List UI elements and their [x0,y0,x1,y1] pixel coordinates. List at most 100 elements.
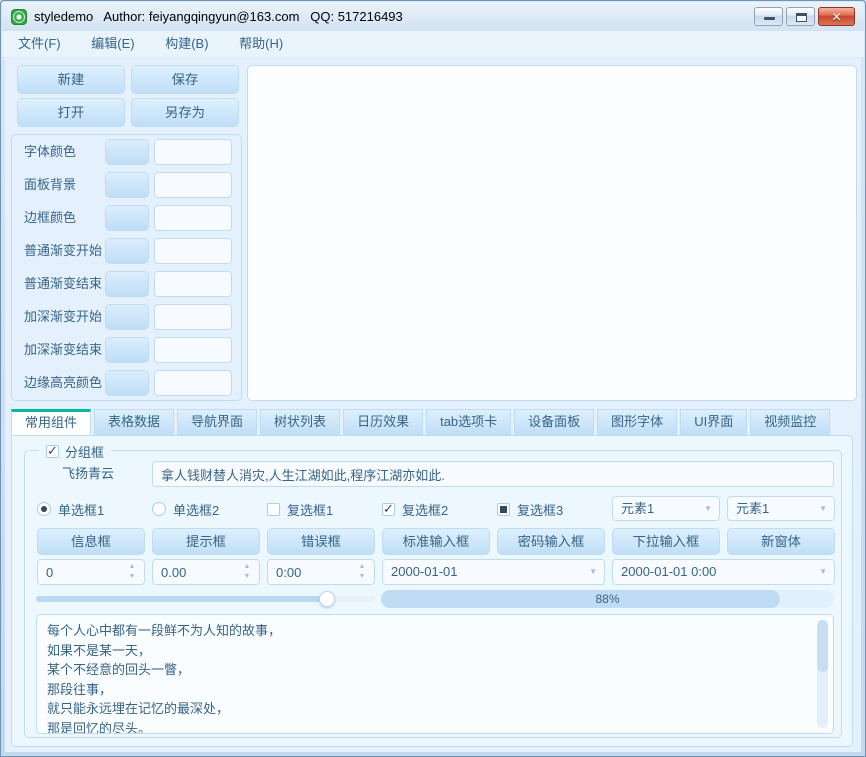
color-row-normal-end: 普通渐变结束 [12,271,241,297]
color-value-input[interactable] [154,370,232,396]
minimize-button[interactable] [754,7,783,26]
color-value-input[interactable] [154,304,232,330]
slider[interactable] [36,590,374,608]
double-spinbox[interactable]: ▲▼ [152,559,260,585]
combobox-1[interactable]: 元素1 ▼ [612,496,720,521]
time-spinbox[interactable]: ▲▼ [267,559,375,585]
maximize-button[interactable] [786,7,815,26]
chevron-down-icon: ▼ [819,497,827,520]
color-row-border: 边框颜色 [12,205,241,231]
menubar: 文件(F) 编辑(E) 构建(B) 帮助(H) [2,31,864,58]
titlebar[interactable]: styledemo Author: feiyangqingyun@163.com… [2,2,864,31]
color-label: 面板背景 [24,172,76,198]
standard-input-button[interactable]: 标准输入框 [382,528,490,555]
dropdown-input-button[interactable]: 下拉输入框 [612,528,720,555]
color-row-dark-start: 加深渐变开始 [12,304,241,330]
color-value-input[interactable] [154,205,232,231]
color-swatch-button[interactable] [105,337,149,363]
color-swatch-button[interactable] [105,370,149,396]
progress-bar: 88% [381,590,834,608]
prompt-box-button[interactable]: 提示框 [152,528,260,555]
checkbox-2[interactable]: ✓ 复选框2 [382,497,448,521]
spinner-arrows-icon[interactable]: ▲▼ [242,562,252,582]
checkbox-1[interactable]: 复选框1 [267,497,333,521]
radio-2[interactable]: 单选框2 [152,497,219,521]
check-icon: ✓ [47,443,58,459]
color-label: 加深渐变结束 [24,337,102,363]
color-settings-panel: 字体颜色 面板背景 边框颜色 普通渐变开始 普通渐变结束 加深渐变开始 [11,134,242,401]
tab-tab-control[interactable]: tab选项卡 [426,409,511,435]
color-row-font: 字体颜色 [12,139,241,165]
menu-file[interactable]: 文件(F) [7,31,72,57]
date-picker[interactable]: 2000-01-01 ▼ [382,559,605,585]
color-label: 边框颜色 [24,205,76,231]
tab-ui[interactable]: UI界面 [680,409,747,435]
memo-scrollbar[interactable] [817,620,828,728]
info-box-button[interactable]: 信息框 [37,528,145,555]
menu-build[interactable]: 构建(B) [154,31,219,57]
slider-handle[interactable] [319,591,335,607]
app-icon [11,9,27,25]
new-window-button[interactable]: 新窗体 [727,528,835,555]
datetime-value: 2000-01-01 0:00 [621,564,716,579]
preview-panel [247,65,857,401]
error-box-button[interactable]: 错误框 [267,528,375,555]
color-swatch-button[interactable] [105,172,149,198]
menu-edit[interactable]: 编辑(E) [80,31,145,57]
name-label: 飞扬青云 [62,461,114,487]
checkbox-label: 复选框2 [402,500,448,519]
radio-label: 单选框1 [58,500,104,519]
tab-calendar[interactable]: 日历效果 [343,409,423,435]
tabbar: 常用组件 表格数据 导航界面 树状列表 日历效果 tab选项卡 设备面板 图形字… [11,409,833,436]
groupbox-legend: ✓ 分组框 [39,442,111,460]
tab-table-data[interactable]: 表格数据 [94,409,174,435]
new-button[interactable]: 新建 [17,65,125,94]
checkbox-label: 复选框1 [287,500,333,519]
menu-help[interactable]: 帮助(H) [228,31,294,57]
color-swatch-button[interactable] [105,271,149,297]
color-value-input[interactable] [154,172,232,198]
combobox-value: 元素1 [736,501,769,516]
color-label: 普通渐变结束 [24,271,102,297]
window-title: styledemo Author: feiyangqingyun@163.com… [34,2,403,31]
combobox-2[interactable]: 元素1 ▼ [727,496,835,521]
color-value-input[interactable] [154,238,232,264]
password-input-button[interactable]: 密码输入框 [497,528,605,555]
color-value-input[interactable] [154,271,232,297]
tab-nav-ui[interactable]: 导航界面 [177,409,257,435]
color-value-input[interactable] [154,139,232,165]
spinner-arrows-icon[interactable]: ▲▼ [127,562,137,582]
minimize-icon [764,17,775,20]
tab-tree-list[interactable]: 树状列表 [260,409,340,435]
radio-1[interactable]: 单选框1 [37,497,104,521]
name-input[interactable] [152,461,834,487]
tab-video-monitor[interactable]: 视频监控 [750,409,830,435]
tab-icon-font[interactable]: 图形字体 [597,409,677,435]
color-label: 普通渐变开始 [24,238,102,264]
datetime-picker[interactable]: 2000-01-01 0:00 ▼ [612,559,835,585]
save-as-button[interactable]: 另存为 [131,98,239,127]
color-swatch-button[interactable] [105,205,149,231]
color-swatch-button[interactable] [105,238,149,264]
int-spinbox[interactable]: ▲▼ [37,559,145,585]
tab-common-widgets[interactable]: 常用组件 [11,409,91,435]
memo-textarea[interactable]: 每个人心中都有一段鲜不为人知的故事， 如果不是某一天， 某个不经意的回头一瞥， … [36,614,834,734]
tab-device-panel[interactable]: 设备面板 [514,409,594,435]
chevron-down-icon: ▼ [589,560,597,584]
check-icon: ✓ [383,501,394,517]
scrollbar-thumb[interactable] [817,620,828,672]
progress-label: 88% [381,590,834,608]
open-button[interactable]: 打开 [17,98,125,127]
color-value-input[interactable] [154,337,232,363]
spinner-arrows-icon[interactable]: ▲▼ [357,562,367,582]
checkbox-3[interactable]: 复选框3 [497,497,563,521]
close-button[interactable]: ✕ [818,7,855,26]
color-swatch-button[interactable] [105,304,149,330]
save-button[interactable]: 保存 [131,65,239,94]
color-row-panel-bg: 面板背景 [12,172,241,198]
groupbox-checkbox[interactable]: ✓ [46,445,59,458]
groupbox-title: 分组框 [65,442,104,461]
color-swatch-button[interactable] [105,139,149,165]
radio-icon [152,502,166,516]
combobox-value: 元素1 [621,501,654,516]
